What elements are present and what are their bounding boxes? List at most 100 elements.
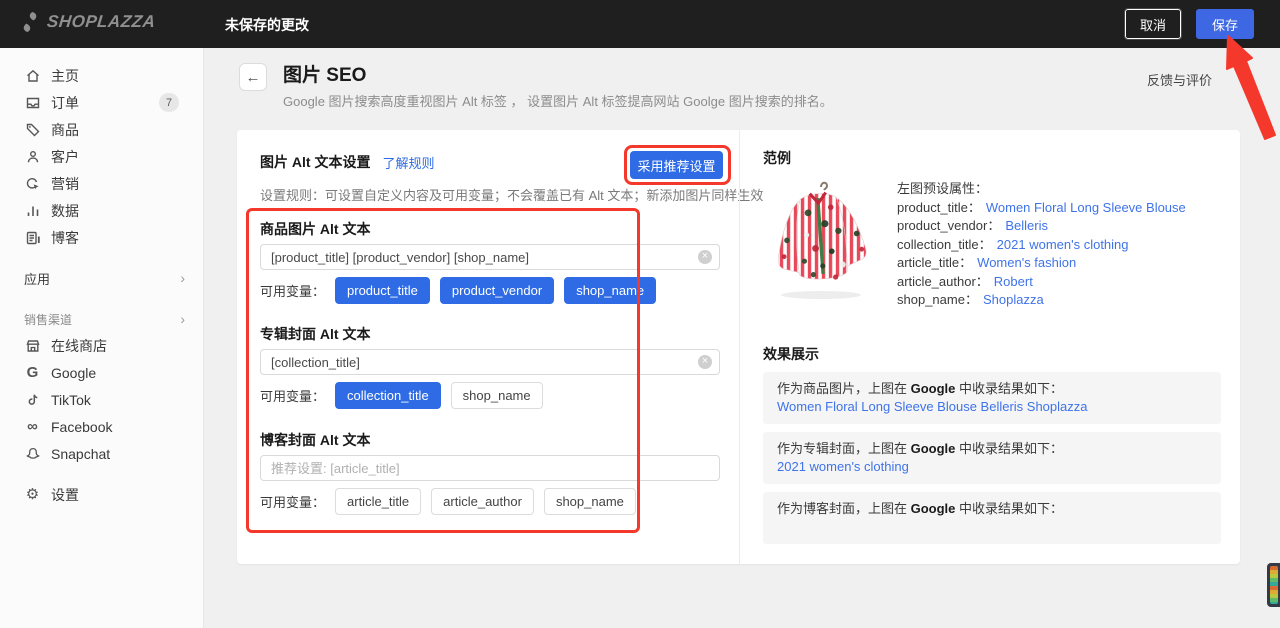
blog-alt-input[interactable] (260, 455, 720, 481)
effect-result-text (777, 518, 1207, 536)
sidebar-item-label: 设置 (51, 485, 79, 505)
available-vars-label: 可用变量： (260, 281, 325, 300)
scroll-indicator-stripes (1270, 566, 1278, 604)
preset-attributes: 左图预设属性： product_title：Women Floral Long … (897, 178, 1186, 310)
sidebar-item-label: 客户 (51, 147, 79, 167)
save-button[interactable]: 保存 (1196, 9, 1254, 39)
settings-rule-text: 设置规则：可设置自定义内容及可用变量；不会覆盖已有 Alt 文本；新添加图片同样… (260, 185, 739, 203)
back-arrow-icon: ← (246, 69, 261, 86)
sidebar-item-home[interactable]: 主页 (0, 62, 203, 89)
example-product-image (763, 178, 879, 302)
example-column: 范例 (739, 130, 1240, 564)
alt-settings-column: 图片 Alt 文本设置 了解规则 采用推荐设置 设置规则：可设置自定义内容及可用… (237, 130, 739, 564)
product-alt-input[interactable] (260, 244, 720, 270)
effect-box-blog: 作为博客封面，上图在 Google 中收录结果如下： (763, 492, 1221, 544)
collection-cover-alt-group: 专辑封面 Alt 文本 × 可用变量： collection_title sho… (260, 324, 720, 409)
tiktok-icon (24, 391, 41, 408)
var-pill-article-author[interactable]: article_author (431, 488, 534, 515)
topbar-actions: 取消 保存 (1125, 9, 1254, 39)
effect-display-title: 效果展示 (763, 344, 1240, 364)
collection-alt-input[interactable] (260, 349, 720, 375)
sidebar-item-customers[interactable]: 客户 (0, 143, 203, 170)
scroll-indicator-widget[interactable] (1267, 563, 1280, 607)
attr-product-title: product_title：Women Floral Long Sleeve B… (897, 199, 1186, 218)
sidebar-group-apps[interactable]: 应用 › (0, 265, 203, 291)
back-button[interactable]: ← (239, 63, 267, 91)
sidebar-item-label: 营销 (51, 174, 79, 194)
var-pill-shop-name[interactable]: shop_name (451, 382, 543, 409)
sidebar-item-label: 数据 (51, 201, 79, 221)
feedback-link[interactable]: 反馈与评价 (1147, 70, 1212, 89)
sidebar-item-tiktok[interactable]: TikTok (0, 386, 203, 413)
home-icon (24, 67, 41, 84)
marketing-icon (24, 175, 41, 192)
effect-result-text: Women Floral Long Sleeve Blouse Belleris… (777, 398, 1207, 416)
image-seo-card: 图片 Alt 文本设置 了解规则 采用推荐设置 设置规则：可设置自定义内容及可用… (237, 130, 1240, 564)
sidebar-item-google[interactable]: G Google (0, 359, 203, 386)
sidebar-item-label: 主页 (51, 66, 79, 86)
sidebar-group-label: 销售渠道 (24, 311, 72, 328)
attr-article-author: article_author：Robert (897, 273, 1186, 292)
shoplazza-logo[interactable]: SHOPLAZZA (20, 11, 155, 33)
sidebar-group-label: 应用 (24, 269, 50, 288)
page-title: 图片 SEO (283, 60, 366, 87)
sidebar-item-label: Facebook (51, 419, 112, 435)
sidebar-group-sales-channels[interactable]: 销售渠道 › (0, 306, 203, 332)
sidebar-item-settings[interactable]: ⚙ 设置 (0, 481, 203, 508)
field-label: 博客封面 Alt 文本 (260, 430, 720, 450)
var-pill-product-vendor[interactable]: product_vendor (440, 277, 554, 304)
sidebar-item-marketing[interactable]: 营销 (0, 170, 203, 197)
google-icon: G (24, 364, 41, 381)
sidebar-item-snapchat[interactable]: Snapchat (0, 440, 203, 467)
effect-result-text: 2021 women's clothing (777, 458, 1207, 476)
chevron-right-icon: › (180, 311, 185, 327)
orders-count-badge: 7 (159, 93, 179, 112)
page-subtitle: Google 图片搜索高度重视图片 Alt 标签 ， 设置图片 Alt 标签提高… (283, 91, 833, 110)
preset-attributes-label: 左图预设属性： (897, 180, 1186, 199)
sidebar-item-analytics[interactable]: 数据 (0, 197, 203, 224)
sidebar: 主页 订单 7 商品 客户 营销 数据 博客 (0, 48, 204, 628)
sidebar-item-facebook[interactable]: ∞ Facebook (0, 413, 203, 440)
attr-collection-title: collection_title：2021 women's clothing (897, 236, 1186, 255)
gear-icon: ⚙ (24, 486, 41, 503)
unsaved-changes-label: 未保存的更改 (225, 15, 309, 35)
sidebar-item-orders[interactable]: 订单 7 (0, 89, 203, 116)
clear-input-icon[interactable]: × (698, 250, 712, 264)
var-pill-article-title[interactable]: article_title (335, 488, 421, 515)
sidebar-item-blog[interactable]: 博客 (0, 224, 203, 251)
sidebar-item-online-store[interactable]: 在线商店 (0, 332, 203, 359)
cancel-button[interactable]: 取消 (1125, 9, 1181, 39)
sidebar-item-label: 订单 (51, 93, 79, 113)
available-vars-label: 可用变量： (260, 386, 325, 405)
blog-cover-alt-group: 博客封面 Alt 文本 可用变量： article_title article_… (260, 430, 720, 515)
clear-input-icon[interactable]: × (698, 355, 712, 369)
effect-box-collection: 作为专辑封面，上图在 Google 中收录结果如下： 2021 women's … (763, 432, 1221, 484)
product-image-alt-group: 商品图片 Alt 文本 × 可用变量： product_title produc… (260, 219, 720, 304)
sidebar-item-label: Snapchat (51, 446, 110, 462)
var-pill-shop-name[interactable]: shop_name (544, 488, 636, 515)
snapchat-ghost-icon (24, 445, 41, 462)
adopt-recommended-button[interactable]: 采用推荐设置 (630, 151, 723, 179)
var-pill-shop-name[interactable]: shop_name (564, 277, 656, 304)
effect-box-product: 作为商品图片，上图在 Google 中收录结果如下： Women Floral … (763, 372, 1221, 424)
attr-product-vendor: product_vendor：Belleris (897, 217, 1186, 236)
orders-icon (24, 94, 41, 111)
chevron-right-icon: › (180, 270, 185, 286)
analytics-bars-icon (24, 202, 41, 219)
var-pill-collection-title[interactable]: collection_title (335, 382, 441, 409)
learn-rules-link[interactable]: 了解规则 (382, 153, 434, 172)
blog-icon (24, 229, 41, 246)
sidebar-item-label: 博客 (51, 228, 79, 248)
sidebar-item-products[interactable]: 商品 (0, 116, 203, 143)
sidebar-item-label: 在线商店 (51, 336, 107, 356)
example-title: 范例 (763, 148, 1240, 168)
attr-article-title: article_title：Women's fashion (897, 254, 1186, 273)
sidebar-item-label: Google (51, 365, 96, 381)
topbar: SHOPLAZZA 未保存的更改 取消 保存 (0, 0, 1280, 48)
customers-icon (24, 148, 41, 165)
var-pill-product-title[interactable]: product_title (335, 277, 430, 304)
attr-shop-name: shop_name：Shoplazza (897, 291, 1186, 310)
sidebar-item-label: 商品 (51, 120, 79, 140)
meta-infinity-icon: ∞ (24, 418, 41, 435)
brand-name: SHOPLAZZA (46, 12, 156, 32)
